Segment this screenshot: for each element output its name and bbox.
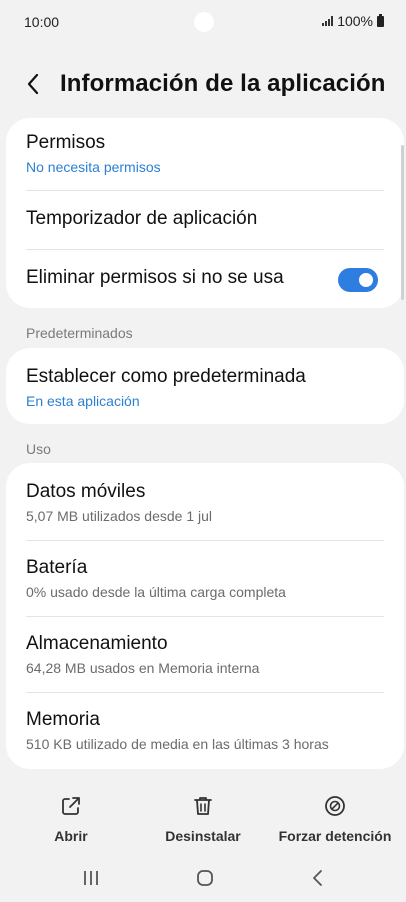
action-bar: Abrir Desinstalar Forzar detención bbox=[0, 790, 406, 850]
uninstall-button[interactable]: Desinstalar bbox=[138, 790, 268, 844]
nav-back-icon bbox=[313, 870, 322, 886]
stop-circle-icon bbox=[325, 796, 345, 816]
usage-label: Batería bbox=[26, 557, 88, 578]
eliminar-label: Eliminar permisos si no se usa bbox=[26, 267, 284, 288]
temporizador-item[interactable]: Temporizador de aplicación bbox=[6, 208, 404, 248]
recents-button[interactable] bbox=[71, 866, 111, 890]
divider bbox=[26, 190, 384, 191]
home-button[interactable] bbox=[185, 866, 225, 890]
open-external-icon bbox=[62, 797, 80, 815]
permisos-item[interactable]: Permisos No necesita permisos bbox=[6, 132, 404, 188]
force-stop-label: Forzar detención bbox=[278, 828, 392, 844]
status-time: 10:00 bbox=[24, 14, 60, 30]
page-title: Información de la aplicación bbox=[60, 70, 386, 97]
almacenamiento-item[interactable]: Almacenamiento 64,28 MB usados en Memori… bbox=[6, 633, 404, 683]
camera-cutout bbox=[194, 12, 214, 32]
trash-icon bbox=[194, 797, 212, 815]
usage-label: Almacenamiento bbox=[26, 633, 168, 654]
open-label: Abrir bbox=[54, 828, 88, 844]
establecer-item[interactable]: Establecer como predeterminada En esta a… bbox=[6, 366, 404, 412]
app-bar: Información de la aplicación bbox=[0, 58, 406, 110]
usage-sub: 510 KB utilizado de media en las últimas… bbox=[26, 736, 329, 752]
usage-sub: 0% usado desde la última carga completa bbox=[26, 584, 286, 600]
divider bbox=[26, 692, 384, 693]
usage-sub: 5,07 MB utilizados desde 1 jul bbox=[26, 508, 212, 524]
divider bbox=[26, 616, 384, 617]
eliminar-toggle[interactable] bbox=[338, 268, 378, 292]
temporizador-label: Temporizador de aplicación bbox=[26, 208, 258, 229]
section-uso: Uso bbox=[26, 441, 51, 457]
establecer-label: Establecer como predeterminada bbox=[26, 366, 306, 387]
signal-icon bbox=[322, 16, 334, 26]
status-bar: 10:00 100% bbox=[0, 0, 406, 44]
datos-moviles-item[interactable]: Datos móviles 5,07 MB utilizados desde 1… bbox=[6, 481, 404, 531]
eliminar-item[interactable]: Eliminar permisos si no se usa bbox=[6, 250, 404, 308]
battery-percent: 100% bbox=[337, 13, 373, 29]
chevron-left-icon bbox=[27, 73, 39, 95]
section-predeterminados: Predeterminados bbox=[26, 325, 133, 341]
toggle-knob bbox=[357, 271, 375, 289]
usage-card: Datos móviles 5,07 MB utilizados desde 1… bbox=[6, 463, 404, 769]
battery-icon bbox=[377, 13, 384, 27]
default-card: Establecer como predeterminada En esta a… bbox=[6, 348, 404, 424]
open-button[interactable]: Abrir bbox=[6, 790, 136, 844]
memoria-item[interactable]: Memoria 510 KB utilizado de media en las… bbox=[6, 709, 404, 759]
force-stop-button[interactable]: Forzar detención bbox=[270, 790, 400, 844]
nav-bar bbox=[0, 858, 406, 898]
usage-sub: 64,28 MB usados en Memoria interna bbox=[26, 660, 260, 676]
permisos-sub: No necesita permisos bbox=[26, 159, 161, 175]
status-right: 100% bbox=[322, 13, 384, 29]
uninstall-label: Desinstalar bbox=[165, 828, 241, 844]
scrollbar[interactable] bbox=[401, 145, 404, 300]
bateria-item[interactable]: Batería 0% usado desde la última carga c… bbox=[6, 557, 404, 607]
usage-label: Memoria bbox=[26, 709, 100, 730]
usage-label: Datos móviles bbox=[26, 481, 146, 502]
recents-icon bbox=[84, 871, 98, 885]
permisos-label: Permisos bbox=[26, 132, 106, 153]
back-button[interactable] bbox=[22, 70, 46, 98]
permissions-card: Permisos No necesita permisos Temporizad… bbox=[6, 118, 404, 308]
home-icon bbox=[197, 870, 213, 886]
nav-back-button[interactable] bbox=[298, 866, 338, 890]
establecer-sub: En esta aplicación bbox=[26, 393, 140, 409]
divider bbox=[26, 540, 384, 541]
